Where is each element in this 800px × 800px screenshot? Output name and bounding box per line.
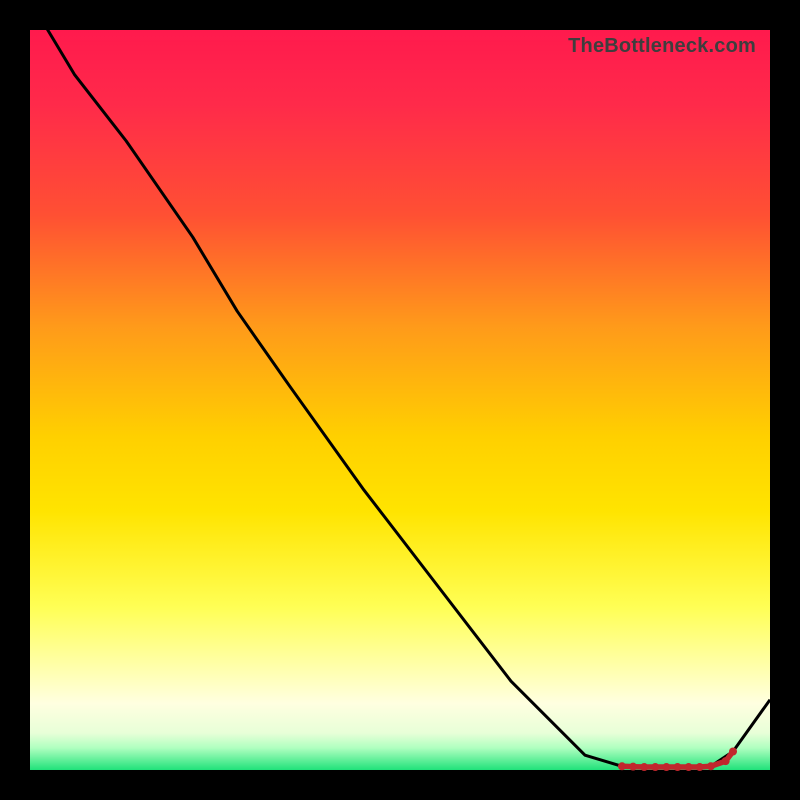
highlight-dot — [662, 763, 670, 771]
chart-svg — [30, 30, 770, 770]
highlight-dot — [722, 757, 730, 765]
highlight-dot — [729, 748, 737, 756]
highlight-dot — [651, 763, 659, 771]
highlight-dot — [629, 763, 637, 771]
highlight-dot — [640, 763, 648, 771]
highlight-dot — [696, 763, 704, 771]
highlight-dot — [707, 762, 715, 770]
highlight-dot — [685, 763, 693, 771]
highlight-dot — [674, 763, 682, 771]
curve-path — [30, 0, 770, 767]
chart-plot-area: TheBottleneck.com — [30, 30, 770, 770]
chart-line — [30, 0, 770, 767]
highlight-dot — [618, 762, 626, 770]
